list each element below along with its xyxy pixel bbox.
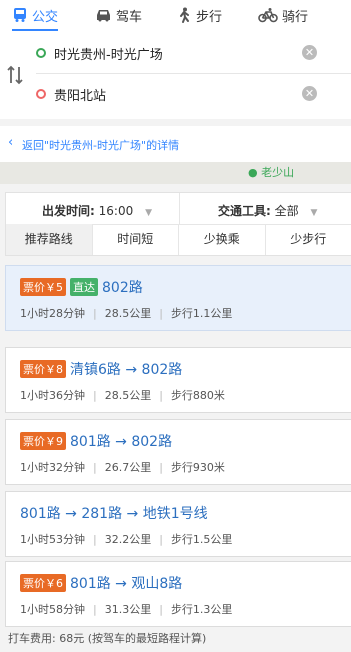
plan-walk: 步行1.3公里 xyxy=(170,603,233,616)
filter-panel: 出发时间: 16:00 ▼ 交通工具: 全部 ▼ 推荐路线 时间短 少换乘 少步… xyxy=(5,192,351,256)
plan-time: 1小时53分钟 xyxy=(20,533,85,546)
plan-distance: 32.2公里 xyxy=(104,533,152,546)
map-poi-label: ● 老少山 xyxy=(248,166,295,179)
mode-tabs: 公交 驾车 步行 骑行 xyxy=(0,0,351,32)
depart-caret-icon: ▼ xyxy=(145,208,152,218)
origin-dot-icon xyxy=(36,48,46,58)
plan-distance: 28.5公里 xyxy=(104,389,152,402)
plan-route: 801路 → 802路 xyxy=(70,434,173,450)
plan-card[interactable]: 801路 → 281路 → 地铁1号线 1小时53分钟 | 32.2公里 | 步行1.5… xyxy=(5,491,351,557)
tab-walk[interactable]: 步行 xyxy=(176,0,222,30)
price-badge: 票价￥9 xyxy=(20,432,66,450)
plan-route: 清镇6路 → 802路 xyxy=(70,362,183,378)
price-badge: 票价￥6 xyxy=(20,574,66,592)
bike-icon xyxy=(258,8,278,23)
plan-card[interactable]: 票价￥9 801路 → 802路 1小时32分钟 | 26.7公里 | 步行930米 xyxy=(5,419,351,485)
back-link-text: 返回"时光贵州-时光广场"的详情 xyxy=(22,139,180,152)
tab-car-label: 驾车 xyxy=(116,9,143,25)
filter-divider xyxy=(179,193,180,224)
plan-walk: 步行880米 xyxy=(170,389,225,402)
transport-caret-icon: ▼ xyxy=(310,208,318,218)
price-badge: 票价￥5 xyxy=(20,278,66,296)
plan-stats: 1小时28分钟 | 28.5公里 | 步行1.1公里 xyxy=(20,307,233,320)
tab-walk-label: 步行 xyxy=(196,9,223,25)
map-poi-text: 老少山 xyxy=(261,166,295,179)
clear-destination-icon[interactable]: ✕ xyxy=(302,86,317,101)
sort-least-walking[interactable]: 少步行 xyxy=(266,224,351,255)
plan-stats: 1小时58分钟 | 31.3公里 | 步行1.3公里 xyxy=(20,603,233,616)
plan-stats: 1小时53分钟 | 32.2公里 | 步行1.5公里 xyxy=(20,533,233,546)
plan-time: 1小时32分钟 xyxy=(20,461,85,474)
plan-route-line: 票价￥5 直达 802路 xyxy=(20,277,143,297)
clear-origin-icon[interactable]: ✕ xyxy=(302,45,317,60)
filter-row: 出发时间: 16:00 ▼ 交通工具: 全部 ▼ xyxy=(6,193,351,225)
tab-bike-label: 骑行 xyxy=(282,9,309,25)
car-icon xyxy=(97,10,110,22)
price-badge: 票价￥8 xyxy=(20,360,66,378)
sort-fewest-transfers[interactable]: 少换乘 xyxy=(179,224,266,255)
plan-time: 1小时58分钟 xyxy=(20,603,85,616)
plan-route-line: 票价￥6 801路 → 观山8路 xyxy=(20,573,182,593)
plan-distance: 28.5公里 xyxy=(104,307,152,320)
plan-card[interactable]: 票价￥6 801路 → 观山8路 1小时58分钟 | 31.3公里 | 步行1.3公里 xyxy=(5,561,351,627)
plan-time: 1小时36分钟 xyxy=(20,389,85,402)
depart-time-select[interactable]: 出发时间: 16:00 ▼ xyxy=(42,202,152,219)
taxi-fare-note: 打车费用: 68元 (按驾车的最短路程计算) xyxy=(8,632,207,645)
plan-distance: 26.7公里 xyxy=(104,461,152,474)
plan-card[interactable]: 票价￥5 直达 802路 1小时28分钟 | 28.5公里 | 步行1.1公里 xyxy=(5,265,351,331)
walk-icon xyxy=(180,7,189,23)
plan-route: 801路 → 281路 → 地铁1号线 xyxy=(20,506,208,522)
destination-field[interactable]: 贵阳北站 ✕ xyxy=(36,74,351,114)
tab-car[interactable]: 驾车 xyxy=(95,0,142,30)
plan-walk: 步行930米 xyxy=(170,461,225,474)
plan-distance: 31.3公里 xyxy=(104,603,152,616)
plan-route: 801路 → 观山8路 xyxy=(70,576,183,592)
tab-bus-label: 公交 xyxy=(32,9,59,25)
map-strip: ● 老少山 xyxy=(0,162,351,184)
swap-icon[interactable] xyxy=(6,64,24,86)
origin-text: 时光贵州-时光广场 xyxy=(54,47,163,63)
plan-card[interactable]: 票价￥8 清镇6路 → 802路 1小时36分钟 | 28.5公里 | 步行880米 xyxy=(5,347,351,413)
tab-bike[interactable]: 骑行 xyxy=(258,0,308,30)
plan-route-line: 票价￥8 清镇6路 → 802路 xyxy=(20,359,182,379)
destination-text: 贵阳北站 xyxy=(54,88,107,104)
sort-options: 推荐路线 时间短 少换乘 少步行 xyxy=(6,224,351,255)
direct-badge: 直达 xyxy=(70,278,98,296)
transport-value: 全部 xyxy=(274,204,299,218)
destination-dot-icon xyxy=(36,89,46,99)
bus-icon xyxy=(14,8,26,22)
plan-walk: 步行1.5公里 xyxy=(170,533,233,546)
transport-select[interactable]: 交通工具: 全部 ▼ xyxy=(218,202,317,219)
origin-field[interactable]: 时光贵州-时光广场 ✕ xyxy=(36,33,351,74)
plan-walk: 步行1.1公里 xyxy=(170,307,233,320)
plan-route: 802路 xyxy=(102,280,143,296)
route-input-box: 时光贵州-时光广场 ✕ 贵阳北站 ✕ xyxy=(0,31,351,119)
plan-time: 1小时28分钟 xyxy=(20,307,85,320)
plan-route-line: 票价￥9 801路 → 802路 xyxy=(20,431,172,451)
depart-label: 出发时间: xyxy=(42,204,95,218)
chevron-left-icon: ‹ xyxy=(8,135,14,150)
plan-route-line: 801路 → 281路 → 地铁1号线 xyxy=(20,503,208,523)
transport-label: 交通工具: xyxy=(218,204,271,218)
sort-recommended[interactable]: 推荐路线 xyxy=(6,224,93,255)
back-to-details-link[interactable]: ‹ 返回"时光贵州-时光广场"的详情 xyxy=(0,126,351,163)
plan-stats: 1小时36分钟 | 28.5公里 | 步行880米 xyxy=(20,389,225,402)
sort-shortest-time[interactable]: 时间短 xyxy=(93,224,179,255)
depart-value: 16:00 xyxy=(98,204,134,218)
tab-bus[interactable]: 公交 xyxy=(12,0,59,31)
plan-stats: 1小时32分钟 | 26.7公里 | 步行930米 xyxy=(20,461,225,474)
